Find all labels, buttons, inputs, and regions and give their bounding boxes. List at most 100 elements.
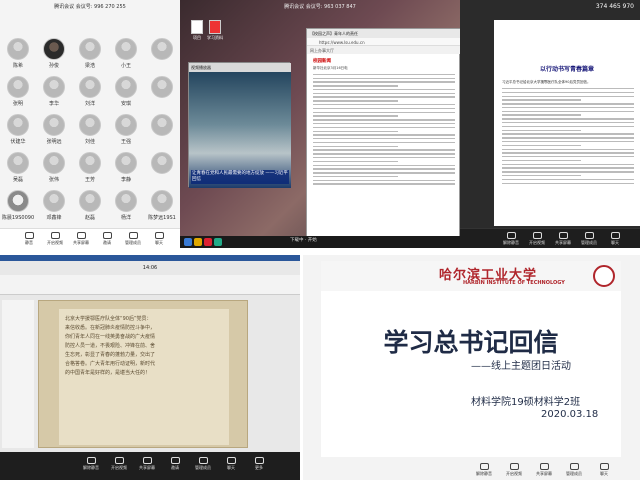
text-line-placeholder (502, 140, 634, 143)
chat-button[interactable]: 聊天 (220, 457, 242, 471)
participant-name: 陈梦远19S1 (148, 215, 176, 221)
browser-tab[interactable]: 【校园之声】青年人的责任 (307, 29, 460, 38)
folder-icon[interactable] (194, 238, 202, 246)
participant-tile[interactable]: 孙俊 (36, 38, 72, 69)
chat-button[interactable]: 聊天 (148, 232, 170, 246)
participant-name: 赵磊 (84, 215, 95, 221)
participant-tile[interactable]: 张伟 (36, 152, 72, 183)
participant-tile[interactable]: 吴磊 (0, 152, 36, 183)
members-button[interactable]: 管理成员 (578, 232, 600, 246)
participant-tile[interactable]: 刘洋 (72, 76, 108, 107)
browser-window[interactable]: 【校园之声】青年人的责任 https://www.lsu.edu.cn 网上办事… (306, 28, 460, 248)
bookmark-bar-item[interactable]: 网上办事大厅 (307, 46, 460, 54)
participant-tile[interactable]: 赵磊 (72, 190, 108, 221)
camera-icon (532, 232, 542, 239)
participant-tile[interactable]: 张明 (0, 76, 36, 107)
members-button[interactable]: 管理成员 (192, 457, 214, 471)
mic-off-button[interactable]: 解除静音 (80, 457, 102, 471)
participant-tile[interactable] (144, 76, 180, 100)
ribbon-toolbar[interactable] (0, 275, 300, 295)
participant-tile[interactable]: 梁浩 (72, 38, 108, 69)
participant-tile[interactable]: 陈梦远19S1 (144, 190, 180, 221)
camera-button[interactable]: 开启视频 (108, 457, 130, 471)
participant-tile[interactable] (144, 152, 180, 176)
share-screen-button[interactable]: 共享屏幕 (533, 463, 555, 477)
text-line-placeholder (502, 118, 634, 120)
members-button[interactable]: 管理成员 (122, 232, 144, 246)
members-icon (128, 232, 138, 239)
meeting-toolbar: 静音 开启视频 共享屏幕 邀请 管理成员 聊天 (0, 228, 180, 248)
toolbar-label: 聊天 (600, 471, 608, 476)
participant-tile[interactable] (144, 114, 180, 138)
camera-icon (509, 463, 519, 470)
text-line-placeholder (502, 122, 634, 124)
document-page: 以行动书写青春篇章 习近平总书记给北京大学援鄂医疗队全体90后党员回信。 (494, 20, 640, 226)
toolbar-label: 邀请 (171, 465, 179, 470)
participant-tile[interactable]: 李静 (108, 152, 144, 183)
mic-off-button[interactable]: 解除静音 (500, 232, 522, 246)
members-button[interactable]: 管理成员 (563, 463, 585, 477)
slide-subtitle: ——线上主题团日活动 (471, 361, 571, 372)
participant-tile[interactable]: 王芳 (72, 152, 108, 183)
desktop-icon-label: 项目 (193, 35, 201, 40)
article-image: 北京大学援鄂医疗队全体“90后”党员： 来信收悉。在新冠肺炎疫情防控斗争中， 你们青… (38, 300, 248, 448)
participant-tile[interactable]: 安琪 (108, 76, 144, 107)
share-screen-button[interactable]: 共享屏幕 (552, 232, 574, 246)
invite-button[interactable]: 邀请 (96, 232, 118, 246)
camera-button[interactable]: 开启视频 (503, 463, 525, 477)
participant-tile[interactable]: 杨洋 (108, 190, 144, 221)
share-screen-button[interactable]: 共享屏幕 (136, 457, 158, 471)
desktop-icon-materials[interactable]: 学习资料 (206, 20, 224, 41)
avatar-icon (151, 190, 173, 212)
participant-tile[interactable]: 小王 (108, 38, 144, 69)
camera-button[interactable]: 开启视频 (526, 232, 548, 246)
participant-tile[interactable]: 陈晨19S0090 (0, 190, 36, 221)
shared-document-screen: 374 465 970 以行动书写青春篇章 习近平总书记给北京大学援鄂医疗队全体… (460, 0, 640, 248)
participant-tile[interactable]: 邓鑫锋 (36, 190, 72, 221)
meeting-participant-grid: 腾讯会议 会议号: 996 270 255 陈希 孙俊 梁浩 小王 张明 李华 刘洋 安琪 伏建… (0, 0, 180, 248)
text-line-placeholder (502, 182, 634, 184)
navigation-pane[interactable] (2, 300, 34, 448)
participant-tile[interactable]: 刘佳 (72, 114, 108, 145)
chat-button[interactable]: 聊天 (593, 463, 615, 477)
mic-off-button[interactable]: 解除静音 (473, 463, 495, 477)
toolbar-label: 静音 (25, 240, 33, 245)
toolbar-label: 开启视频 (529, 240, 545, 245)
video-player-window[interactable]: 视频播放器 让青春在党和人民最需要的地方绽放 ——习近平回信 (188, 62, 291, 188)
camera-button[interactable]: 开启视频 (44, 232, 66, 246)
article-lines (313, 73, 455, 185)
more-button[interactable]: 更多 (248, 457, 270, 471)
avatar-icon (115, 76, 137, 98)
text-line-placeholder (313, 179, 455, 182)
participant-tile[interactable]: 陈希 (0, 38, 36, 69)
avatar-icon (115, 152, 137, 174)
members-icon (584, 232, 594, 239)
article-line: 北京大学援鄂医疗队全体“90后”党员： (65, 316, 152, 322)
slide-title: 学习总书记回信 (383, 328, 559, 357)
participant-name: 小王 (120, 63, 131, 69)
participant-tile[interactable]: 李华 (36, 76, 72, 107)
invite-button[interactable]: 邀请 (164, 457, 186, 471)
participant-tile[interactable]: 伏建华 (0, 114, 36, 145)
participant-tile[interactable]: 张明远 (36, 114, 72, 145)
participant-tile[interactable] (144, 38, 180, 62)
participant-name: 孙俊 (48, 63, 59, 69)
text-line-placeholder (313, 160, 399, 163)
participant-tile[interactable]: 王强 (108, 114, 144, 145)
chat-icon (610, 232, 620, 239)
desktop-icon-project[interactable]: 项目 (188, 20, 206, 41)
participant-name: 伏建华 (10, 139, 26, 145)
toolbar-label: 共享屏幕 (536, 471, 552, 476)
article-line: 来信收悉。在新冠肺炎疫情防控斗争中， (65, 325, 156, 331)
start-icon[interactable] (184, 238, 192, 246)
address-bar[interactable]: https://www.lsu.edu.cn (307, 38, 460, 46)
chat-icon (226, 457, 236, 464)
browser-icon[interactable] (204, 238, 212, 246)
text-line-placeholder (313, 141, 455, 144)
chat-button[interactable]: 聊天 (604, 232, 626, 246)
share-screen-button[interactable]: 共享屏幕 (70, 232, 92, 246)
participant-name: 刘洋 (84, 101, 95, 107)
video-frame[interactable]: 让青春在党和人民最需要的地方绽放 ——习近平回信 (189, 72, 291, 188)
app-icon[interactable] (214, 238, 222, 246)
mic-button[interactable]: 静音 (18, 232, 40, 246)
